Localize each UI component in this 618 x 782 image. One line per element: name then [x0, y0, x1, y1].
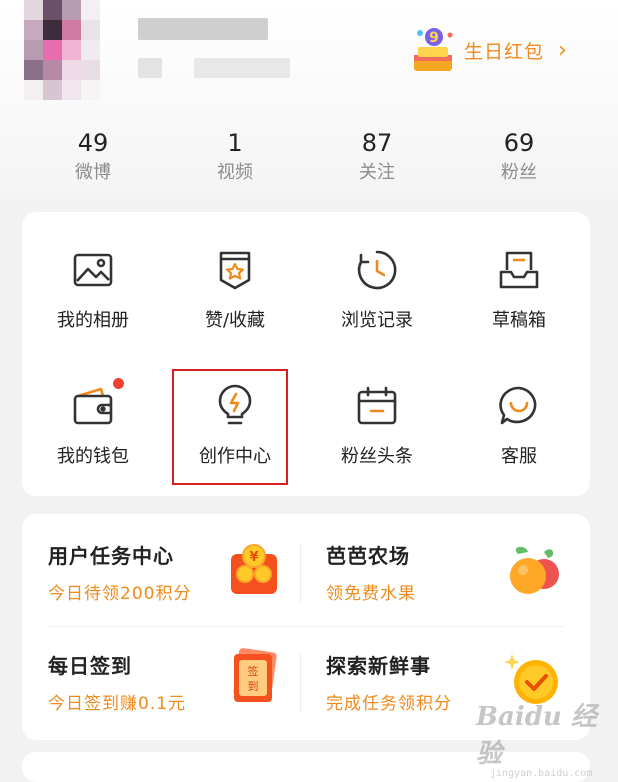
baidu-jingyan-watermark: Baidu 经验 jingyan.baidu.com: [476, 696, 616, 779]
sign-in-card-text: 签: [248, 664, 259, 678]
drafts-icon: [499, 251, 539, 289]
svg-text:¥: ¥: [249, 550, 258, 565]
promo-subtitle: 今日签到赚0.1元: [48, 694, 187, 714]
promo-title: 用户任务中心: [48, 544, 174, 568]
sign-in-card-icon: 签 到: [233, 648, 277, 702]
stat-weibo[interactable]: 49 微博: [22, 126, 164, 186]
wallet-icon: [73, 387, 113, 425]
grid-item-label: 我的相册: [57, 310, 129, 331]
promo-daily-checkin[interactable]: 每日签到 今日签到赚0.1元: [48, 650, 186, 714]
stat-value: 49: [77, 129, 109, 157]
stat-value: 69: [503, 129, 535, 157]
promo-row-divider: [48, 626, 564, 627]
stat-value: 87: [361, 129, 393, 157]
grid-item-drafts[interactable]: 草稿箱: [448, 248, 590, 332]
birthday-label: 生日红包: [464, 40, 545, 63]
stat-value: 1: [227, 129, 243, 157]
promo-explore-news[interactable]: 探索新鲜事 完成任务领积分: [326, 650, 452, 714]
promo-divider: [300, 654, 301, 712]
profile-page: 9 生日红包 › 49 微博 1 视频 87 关注 69 粉丝 我的相册 赞/收…: [0, 0, 618, 782]
grid-item-likes-favorites[interactable]: 赞/收藏: [164, 248, 306, 332]
promo-subtitle: 今日待领200积分: [48, 584, 192, 604]
promo-title: 每日签到: [48, 654, 132, 678]
chevron-right-icon: ›: [558, 37, 567, 63]
stat-label: 视频: [217, 162, 253, 183]
promo-title: 探索新鲜事: [326, 654, 431, 678]
promo-title: 芭芭农场: [326, 544, 410, 568]
promo-baba-farm[interactable]: 芭芭农场 领免费水果: [326, 540, 416, 604]
wallet-notification-dot: [113, 378, 124, 389]
grid-item-label: 草稿箱: [492, 310, 546, 331]
birthday-cake-icon: 9: [414, 28, 453, 71]
stat-label: 关注: [359, 162, 395, 183]
promo-subtitle: 领免费水果: [326, 584, 416, 604]
like-favorite-icon: [219, 251, 251, 290]
coins-icon: ¥: [231, 544, 277, 594]
function-grid-card: 我的相册 赞/收藏 浏览记录 草稿箱 我的钱包 创作中心 粉丝头条 客服: [22, 212, 590, 496]
grid-item-label: 我的钱包: [57, 446, 129, 467]
grid-item-wallet[interactable]: 我的钱包: [22, 384, 164, 468]
grid-item-label: 粉丝头条: [341, 446, 413, 467]
user-info-blurred: [194, 58, 290, 78]
watermark-url: jingyan.baidu.com: [490, 768, 593, 779]
grid-item-photo-album[interactable]: 我的相册: [22, 248, 164, 332]
fruit-icon: [510, 546, 559, 594]
user-info-blurred: [138, 58, 162, 78]
sign-in-card-text: 到: [248, 680, 259, 693]
promo-divider: [300, 544, 301, 602]
stat-video[interactable]: 1 视频: [164, 126, 306, 186]
creator-center-highlight-box: [172, 369, 288, 485]
watermark-brand: Baidu 经验: [476, 702, 597, 769]
stat-following[interactable]: 87 关注: [306, 126, 448, 186]
stat-fans[interactable]: 69 粉丝: [448, 126, 590, 186]
svg-text:9: 9: [429, 30, 439, 46]
promo-subtitle: 完成任务领积分: [326, 694, 452, 714]
avatar[interactable]: [24, 0, 100, 100]
grid-item-history[interactable]: 浏览记录: [306, 248, 448, 332]
chat-bubble-icon: [499, 386, 537, 425]
username-blurred: [138, 18, 268, 40]
stat-label: 粉丝: [501, 162, 537, 183]
birthday-red-packet-button[interactable]: 9 生日红包 ›: [408, 24, 567, 76]
calendar-icon: [357, 386, 397, 425]
photo-album-icon: [73, 253, 113, 287]
history-icon: [357, 250, 397, 290]
grid-item-fan-headlines[interactable]: 粉丝头条: [306, 384, 448, 468]
stats-row: 49 微博 1 视频 87 关注 69 粉丝: [0, 126, 618, 186]
promo-task-center[interactable]: 用户任务中心 今日待领200积分: [48, 540, 191, 604]
grid-item-label: 浏览记录: [341, 310, 413, 331]
grid-item-label: 客服: [501, 446, 537, 467]
stat-label: 微博: [75, 162, 111, 183]
grid-item-label: 赞/收藏: [204, 310, 266, 331]
grid-item-customer-service[interactable]: 客服: [448, 384, 590, 468]
